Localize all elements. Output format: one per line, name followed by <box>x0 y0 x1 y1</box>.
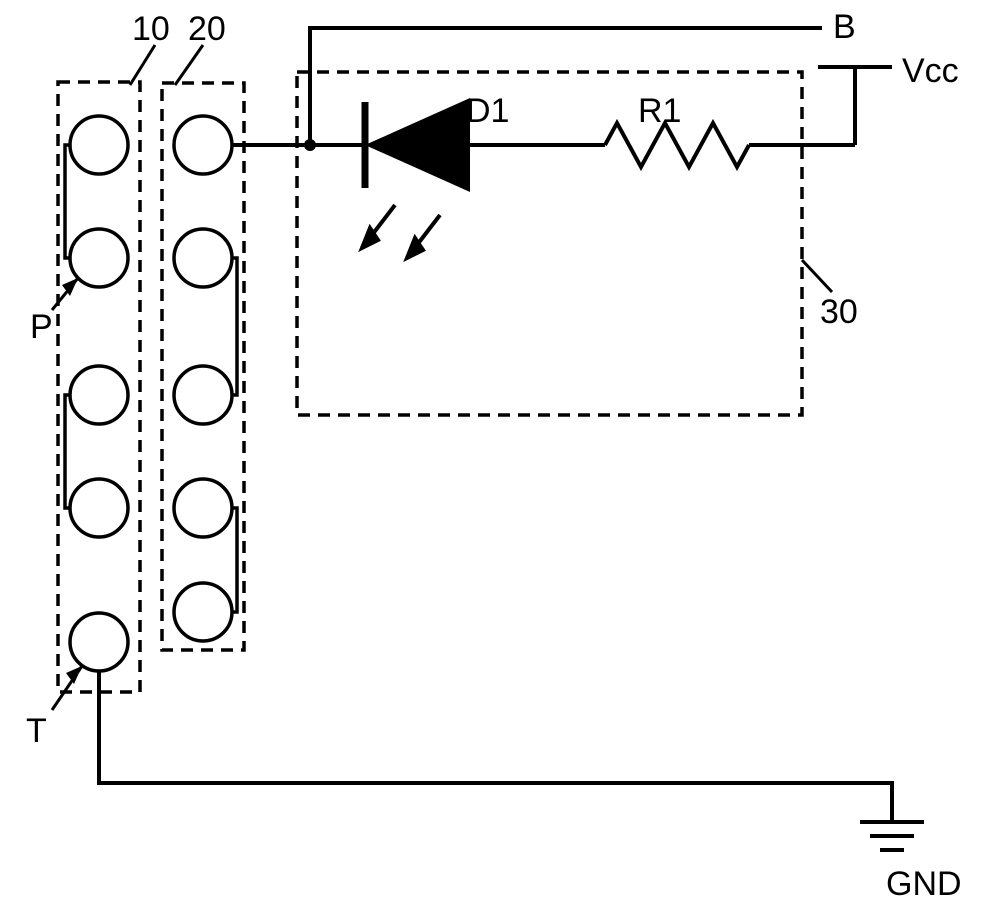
label-GND: GND <box>886 865 962 903</box>
label-D1: D1 <box>466 92 509 130</box>
resistor-r1: R1 <box>605 92 855 167</box>
label-Vcc: Vcc <box>902 52 959 90</box>
label-T: T <box>26 712 47 750</box>
label-P: P <box>30 308 53 346</box>
led-d1: D1 <box>362 92 605 258</box>
label-20: 20 <box>188 10 226 48</box>
block-20: 20 <box>162 10 244 650</box>
wire-top <box>232 28 822 151</box>
block20-links <box>232 258 237 612</box>
block-30: 30 <box>297 72 858 415</box>
vcc-node: Vcc <box>818 52 959 145</box>
block10-pins <box>70 116 128 671</box>
label-P-group: P <box>30 278 78 346</box>
label-B: B <box>833 8 856 46</box>
label-R1: R1 <box>638 92 681 130</box>
label-30: 30 <box>820 293 858 331</box>
label-T-group: T <box>26 666 82 750</box>
block-10: 10 <box>58 10 170 692</box>
gnd-path: GND <box>99 671 962 903</box>
block10-links <box>65 145 70 508</box>
label-10: 10 <box>132 10 170 48</box>
block20-pins <box>174 116 232 641</box>
